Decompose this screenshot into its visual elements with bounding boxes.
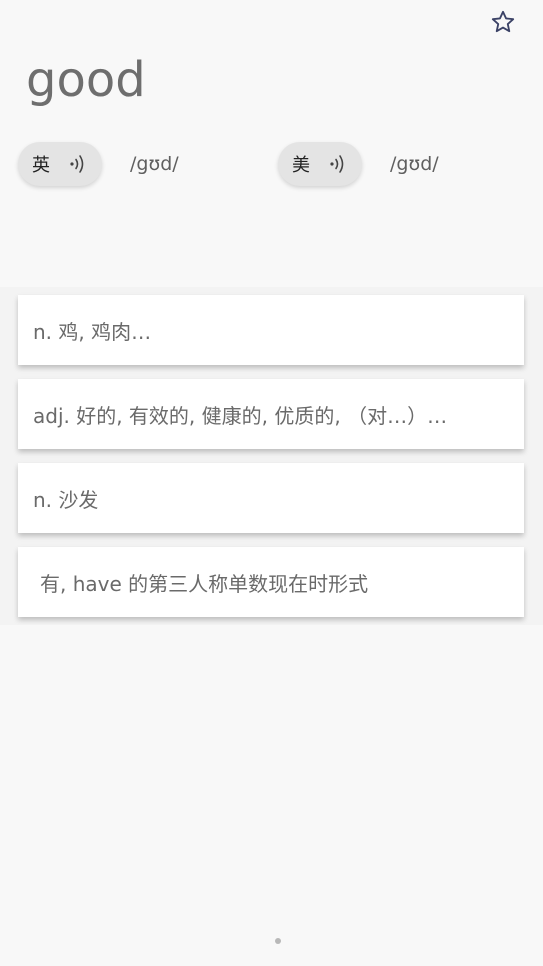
star-outline-icon [491,10,515,33]
definitions-list: n. 鸡, 鸡肉… adj. 好的, 有效的, 健康的, 优质的, （对…）… … [0,287,543,625]
pronunciation-us: 美 /gʊd/ [278,142,439,186]
page-indicator-dot [275,938,281,944]
headword: good [26,52,146,108]
uk-phonetic: /gʊd/ [130,153,179,175]
definition-text: 有, have 的第三人称单数现在时形式 [40,571,369,596]
us-audio-button[interactable]: 美 [278,142,362,186]
uk-audio-button[interactable]: 英 [18,142,102,186]
definition-card[interactable]: n. 鸡, 鸡肉… [18,295,524,365]
definition-text: n. 沙发 [33,487,99,512]
favorite-star-button[interactable] [489,8,517,36]
us-label: 美 [292,155,310,176]
pronunciation-uk: 英 /gʊd/ [18,142,179,186]
uk-label: 英 [32,155,50,176]
definition-card[interactable]: adj. 好的, 有效的, 健康的, 优质的, （对…）… [18,379,524,449]
speaker-icon [68,153,88,175]
definition-text: adj. 好的, 有效的, 健康的, 优质的, （对…）… [33,403,448,428]
us-phonetic: /gʊd/ [390,153,439,175]
definition-text: n. 鸡, 鸡肉… [33,319,152,344]
speaker-icon [328,153,348,175]
definition-card[interactable]: 有, have 的第三人称单数现在时形式 [18,547,524,617]
definition-card[interactable]: n. 沙发 [18,463,524,533]
